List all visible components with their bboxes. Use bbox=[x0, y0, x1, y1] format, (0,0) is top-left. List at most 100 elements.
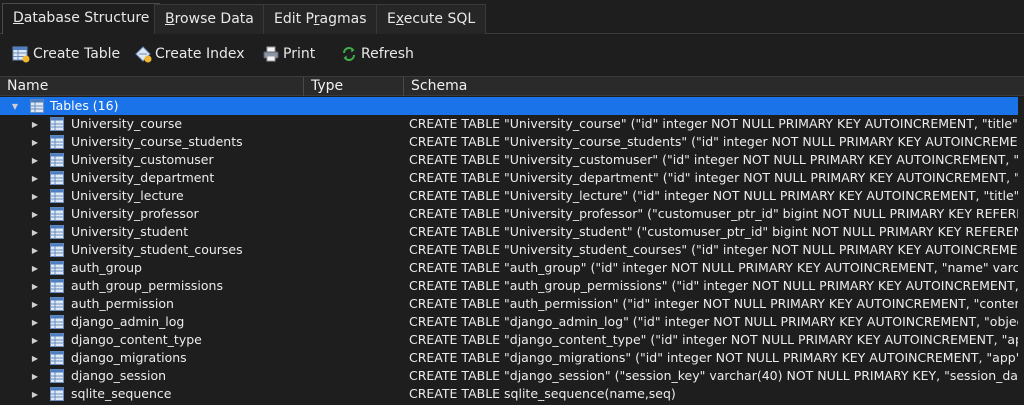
create-table-button[interactable]: Create Table bbox=[12, 43, 120, 65]
expand-arrow-icon[interactable]: ▶ bbox=[30, 385, 40, 403]
toolbar: Create Table Create Index Print Refresh bbox=[0, 35, 1024, 73]
expand-arrow-icon[interactable]: ▶ bbox=[30, 313, 40, 331]
create-index-label: Create Index bbox=[155, 46, 245, 62]
table-schema: CREATE TABLE "University_lecture" ("id" … bbox=[409, 188, 1024, 203]
tables-folder-icon bbox=[30, 99, 44, 113]
table-schema: CREATE TABLE "University_course" ("id" i… bbox=[409, 116, 1024, 131]
table-name: django_admin_log bbox=[71, 314, 185, 329]
table-icon bbox=[50, 117, 64, 131]
refresh-button[interactable]: Refresh bbox=[340, 43, 414, 65]
expand-arrow-icon[interactable]: ▶ bbox=[30, 349, 40, 367]
tab-label: agmas bbox=[319, 11, 367, 27]
tab-browse-data[interactable]: Browse Data bbox=[154, 4, 265, 34]
table-row[interactable]: ▶ University_student CREATE TABLE "Univers… bbox=[0, 223, 1024, 241]
table-schema: CREATE TABLE "auth_group" ("id" integer … bbox=[409, 260, 1024, 275]
table-row[interactable]: ▶ University_department CREATE TABLE "Univ… bbox=[0, 169, 1024, 187]
table-row[interactable]: ▶ University_lecture CREATE TABLE "Univers… bbox=[0, 187, 1024, 205]
expand-arrow-icon[interactable]: ▶ bbox=[30, 367, 40, 385]
table-schema: CREATE TABLE "django_migrations" ("id" i… bbox=[409, 350, 1024, 365]
table-row[interactable]: ▶ auth_group_permissions CREATE TABLE "aut… bbox=[0, 277, 1024, 295]
tab-edit-pragmas[interactable]: Edit Pragmas bbox=[263, 4, 378, 34]
table-icon bbox=[50, 297, 64, 311]
expand-arrow-icon[interactable]: ▶ bbox=[30, 115, 40, 133]
column-header-type[interactable]: Type bbox=[304, 77, 404, 96]
table-name: auth_group_permissions bbox=[71, 278, 223, 293]
table-icon bbox=[50, 135, 64, 149]
printer-icon bbox=[263, 46, 279, 62]
table-name: University_course_students bbox=[71, 134, 243, 149]
table-row[interactable]: ▶ University_customuser CREATE TABLE "Univ… bbox=[0, 151, 1024, 169]
expand-arrow-icon[interactable]: ▶ bbox=[30, 331, 40, 349]
refresh-icon bbox=[343, 47, 355, 61]
expand-arrow-icon[interactable]: ▶ bbox=[30, 241, 40, 259]
expand-arrow-icon[interactable]: ▶ bbox=[30, 223, 40, 241]
table-name: University_department bbox=[71, 170, 215, 185]
collapse-arrow-icon[interactable]: ▼ bbox=[10, 97, 20, 115]
table-row[interactable]: ▶ auth_permission CREATE TABLE "auth_permi… bbox=[0, 295, 1024, 313]
tab-label-mnemonic: D bbox=[13, 10, 24, 26]
tab-database-structure[interactable]: Database Structure bbox=[2, 3, 161, 34]
table-row[interactable]: ▶ django_admin_log CREATE TABLE "django_ad… bbox=[0, 313, 1024, 331]
column-header-name[interactable]: Name bbox=[0, 77, 304, 96]
expand-arrow-icon[interactable]: ▶ bbox=[30, 187, 40, 205]
tree-group-tables[interactable]: ▼ Tables (16) bbox=[0, 97, 1024, 115]
create-index-button[interactable]: Create Index bbox=[134, 43, 245, 65]
table-schema: CREATE TABLE "django_content_type" ("id"… bbox=[409, 332, 1024, 347]
tree-group-label: Tables (16) bbox=[50, 98, 119, 113]
table-schema: CREATE TABLE "University_course_students… bbox=[409, 134, 1024, 149]
table-name: University_customuser bbox=[71, 152, 214, 167]
table-schema: CREATE TABLE "auth_group_permissions" ("… bbox=[409, 278, 1024, 293]
table-schema: CREATE TABLE "University_professor" ("cu… bbox=[409, 206, 1024, 221]
table-name: University_student_courses bbox=[71, 242, 243, 257]
column-header-schema[interactable]: Schema bbox=[404, 77, 1024, 96]
table-row[interactable]: ▶ University_student_courses CREATE TABLE … bbox=[0, 241, 1024, 259]
table-icon bbox=[50, 243, 64, 257]
table-row[interactable]: ▶ django_session CREATE TABLE "django_sess… bbox=[0, 367, 1024, 385]
tab-execute-sql[interactable]: Execute SQL bbox=[376, 4, 487, 34]
tab-label: rowse Data bbox=[174, 11, 254, 27]
table-name: University_course bbox=[71, 116, 183, 131]
table-name: django_content_type bbox=[71, 332, 202, 347]
table-schema: CREATE TABLE "University_department" ("i… bbox=[409, 170, 1024, 185]
expand-arrow-icon[interactable]: ▶ bbox=[30, 295, 40, 313]
table-row[interactable]: ▶ University_course CREATE TABLE "Universi… bbox=[0, 115, 1024, 133]
expand-arrow-icon[interactable]: ▶ bbox=[30, 259, 40, 277]
table-name: django_migrations bbox=[71, 350, 187, 365]
table-row[interactable]: ▶ django_migrations CREATE TABLE "django_m… bbox=[0, 349, 1024, 367]
table-row[interactable]: ▶ University_course_students CREATE TABLE … bbox=[0, 133, 1024, 151]
table-name: sqlite_sequence bbox=[71, 386, 172, 401]
expand-arrow-icon[interactable]: ▶ bbox=[30, 151, 40, 169]
schema-tree[interactable]: ▼ Tables (16) ▶ University_course CREATE T… bbox=[0, 97, 1024, 405]
tree-header: Name Type Schema bbox=[0, 76, 1024, 96]
table-icon bbox=[50, 351, 64, 365]
table-row[interactable]: ▶ django_content_type CREATE TABLE "django… bbox=[0, 331, 1024, 349]
tab-label: ecute SQL bbox=[403, 11, 476, 27]
refresh-label: Refresh bbox=[361, 46, 414, 62]
print-button[interactable]: Print bbox=[262, 43, 315, 65]
table-icon bbox=[50, 387, 64, 401]
table-icon bbox=[50, 315, 64, 329]
expand-arrow-icon[interactable]: ▶ bbox=[30, 205, 40, 223]
tab-label-mnemonic: x bbox=[395, 11, 404, 27]
table-name: django_session bbox=[71, 368, 167, 383]
tab-label-mnemonic: B bbox=[165, 11, 175, 27]
table-schema: CREATE TABLE "django_session" ("session_… bbox=[409, 368, 1024, 383]
table-schema: CREATE TABLE sqlite_sequence(name,seq) bbox=[409, 386, 676, 401]
table-name: University_professor bbox=[71, 206, 199, 221]
table-row[interactable]: ▶ sqlite_sequence CREATE TABLE sqlite_sequ… bbox=[0, 385, 1024, 403]
table-schema: CREATE TABLE "auth_permission" ("id" int… bbox=[409, 296, 1024, 311]
create-table-icon bbox=[12, 46, 30, 63]
table-name: University_student bbox=[71, 224, 189, 239]
table-icon bbox=[50, 153, 64, 167]
table-icon bbox=[50, 333, 64, 347]
expand-arrow-icon[interactable]: ▶ bbox=[30, 277, 40, 295]
table-row[interactable]: ▶ University_professor CREATE TABLE "Unive… bbox=[0, 205, 1024, 223]
vertical-scrollbar[interactable] bbox=[1018, 97, 1024, 405]
print-label: Print bbox=[283, 46, 316, 62]
expand-arrow-icon[interactable]: ▶ bbox=[30, 169, 40, 187]
table-row[interactable]: ▶ auth_group CREATE TABLE "auth_group" ("i… bbox=[0, 259, 1024, 277]
expand-arrow-icon[interactable]: ▶ bbox=[30, 133, 40, 151]
table-name: University_lecture bbox=[71, 188, 184, 203]
create-index-icon bbox=[135, 46, 152, 63]
table-schema: CREATE TABLE "University_customuser" ("i… bbox=[409, 152, 1024, 167]
